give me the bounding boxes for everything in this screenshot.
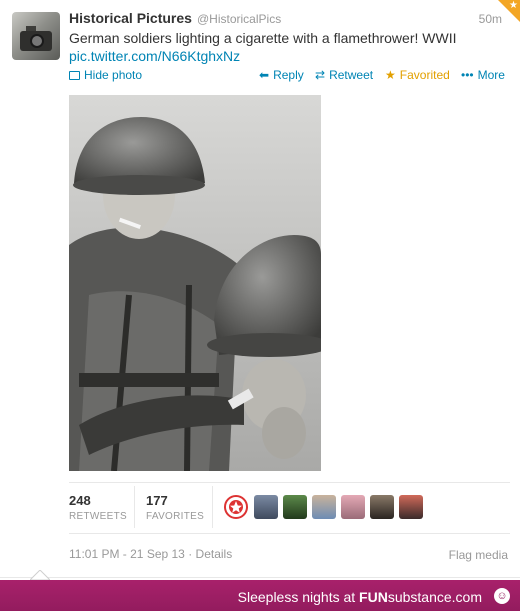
favoriter-avatar[interactable]: [254, 495, 278, 519]
favoriter-avatar[interactable]: [312, 495, 336, 519]
favorited-label: Favorited: [399, 68, 450, 82]
tweet-body: German soldiers lighting a cigarette wit…: [69, 30, 457, 46]
footer-brand-substance: substance: [387, 589, 452, 605]
photo-icon: [69, 71, 80, 80]
retweets-label: RETWEETS: [69, 511, 127, 522]
retweet-label: Retweet: [329, 68, 374, 82]
user-handle[interactable]: @HistoricalPics: [197, 12, 281, 26]
reply-button[interactable]: ⬅ Reply: [259, 68, 304, 82]
hide-photo-label: Hide photo: [84, 68, 143, 82]
soldiers-photo-image: [69, 95, 321, 471]
favorites-count: 177: [146, 493, 168, 508]
emblem-icon: [229, 500, 243, 514]
star-icon: ★: [509, 0, 518, 11]
media-link[interactable]: pic.twitter.com/N66KtghxNz: [69, 47, 499, 65]
display-name[interactable]: Historical Pictures: [69, 10, 192, 26]
more-label: More: [477, 68, 505, 82]
details-link[interactable]: Details: [196, 547, 233, 561]
retweets-stat[interactable]: 248 RETWEETS: [69, 493, 127, 522]
footer-caption-prefix: Sleepless nights at: [237, 589, 360, 605]
more-button[interactable]: ••• More: [461, 68, 505, 82]
footer-brand-fun: FUN: [359, 589, 388, 605]
tweet-photo[interactable]: [69, 95, 321, 471]
tweet-age[interactable]: 50m: [479, 12, 502, 26]
retweets-count: 248: [69, 493, 91, 508]
reply-label: Reply: [273, 68, 304, 82]
brand-logo-icon: ☺: [494, 588, 510, 604]
stat-separator: [212, 486, 213, 528]
favorited-button[interactable]: ★ Favorited: [385, 68, 450, 82]
flag-media-link[interactable]: Flag media: [449, 548, 508, 562]
divider: [69, 482, 510, 483]
reply-icon: ⬅: [259, 68, 270, 82]
favoriter-avatar[interactable]: [341, 495, 365, 519]
watermark-footer: Sleepless nights at FUNsubstance.com ☺: [0, 580, 520, 611]
retweet-button[interactable]: ⇄ Retweet: [315, 68, 373, 82]
favoriter-avatar[interactable]: [224, 495, 248, 519]
footer-caption: Sleepless nights at FUNsubstance.com: [238, 589, 482, 605]
pointer-notch: [30, 570, 50, 580]
avatar[interactable]: [12, 12, 60, 60]
favorites-label: FAVORITES: [146, 511, 205, 522]
star-icon: ★: [385, 68, 396, 82]
stat-separator: [134, 486, 135, 528]
footer-brand-com: .com: [451, 589, 482, 605]
tweet-timestamp-row: 11:01 PM - 21 Sep 13 · Details: [69, 547, 233, 561]
favorites-stat[interactable]: 177 FAVORITES: [146, 493, 204, 522]
favoriter-avatar[interactable]: [283, 495, 307, 519]
more-dots-icon: •••: [461, 68, 474, 82]
hide-photo-button[interactable]: Hide photo: [69, 68, 142, 82]
tweet-text: German soldiers lighting a cigarette wit…: [69, 29, 499, 65]
favoriter-avatar[interactable]: [399, 495, 423, 519]
favoriter-avatar[interactable]: [370, 495, 394, 519]
retweet-icon: ⇄: [315, 68, 326, 82]
tweet-card: ★ Historical Pictures @HistoricalPics 50…: [0, 0, 520, 578]
tweet-timestamp: 11:01 PM - 21 Sep 13: [69, 547, 185, 561]
tweet-actions: Hide photo ⬅ Reply ⇄ Retweet ★ Favorited ••…: [69, 68, 509, 84]
divider: [69, 533, 510, 534]
